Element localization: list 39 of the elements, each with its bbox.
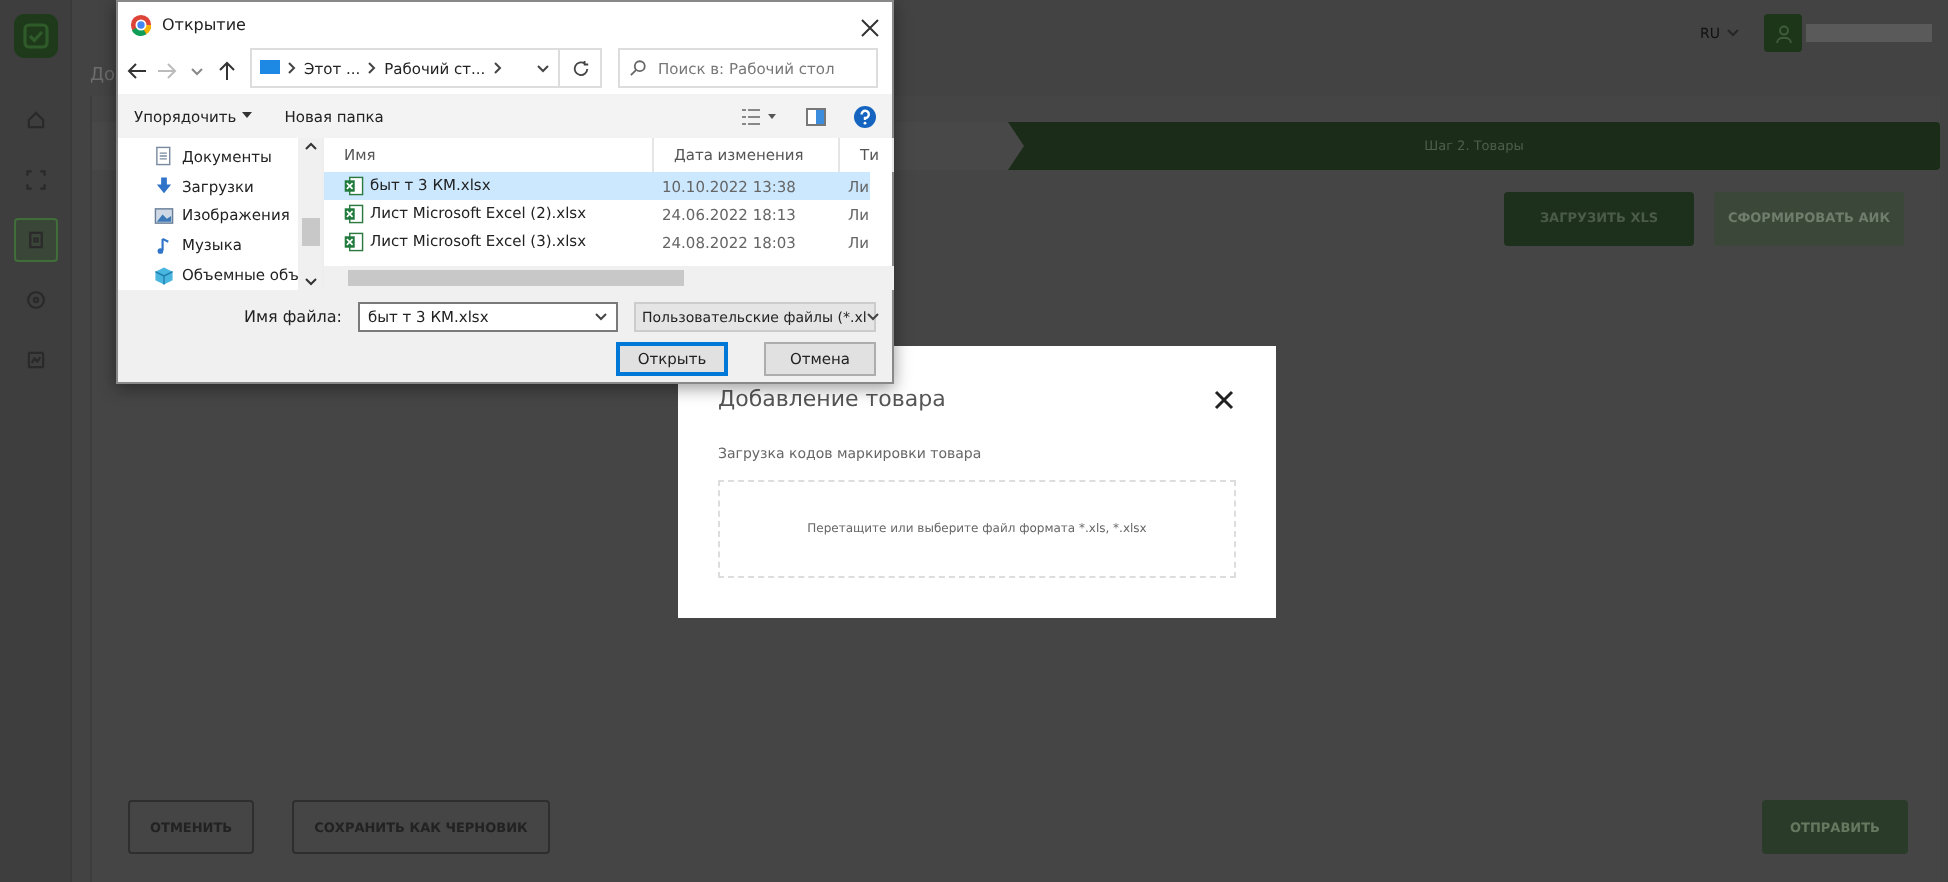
logo-icon [13,14,57,58]
chevron-right-icon [493,62,502,74]
chevron-down-icon [1726,28,1740,38]
spreadsheet-file-icon [344,176,364,196]
scrollbar[interactable] [324,266,894,290]
pictures-folder-icon [154,205,174,226]
monitor-icon [260,60,280,76]
view-options-icon[interactable] [742,107,778,125]
close-icon[interactable] [860,14,880,34]
preview-pane-icon[interactable] [806,107,826,125]
modal-title: Добавление товара [718,386,946,412]
close-icon[interactable] [1212,387,1236,411]
chevron-down-icon[interactable] [866,312,881,322]
downloads-folder-icon [154,176,174,197]
music-folder-icon [154,235,174,256]
refresh-icon [571,59,589,77]
chevron-right-icon [288,62,296,74]
chevron-down-icon[interactable] [536,63,550,73]
refresh-button[interactable] [558,48,602,88]
caret-icon [242,112,253,120]
help-icon[interactable] [854,105,876,127]
scroll-thumb[interactable] [302,218,321,246]
scroll-down-icon[interactable] [303,278,318,286]
document-icon [25,230,45,250]
search-icon [630,60,646,76]
browser-logo-icon [130,13,152,35]
chevron-down-icon[interactable] [594,312,608,322]
spreadsheet-file-icon [344,204,364,224]
scroll-up-icon[interactable] [303,142,318,150]
objects-folder-icon [154,265,174,286]
sidebar-item[interactable] [13,218,57,262]
up-arrow-icon[interactable] [216,57,238,79]
spreadsheet-file-icon [344,232,364,252]
scroll-thumb[interactable] [348,270,684,286]
back-arrow-icon[interactable] [126,57,148,79]
documents-folder-icon [154,146,174,167]
chevron-right-icon [368,62,377,74]
filename-label: Имя файла: [243,308,342,326]
dialog-title: Открытие [162,15,248,33]
